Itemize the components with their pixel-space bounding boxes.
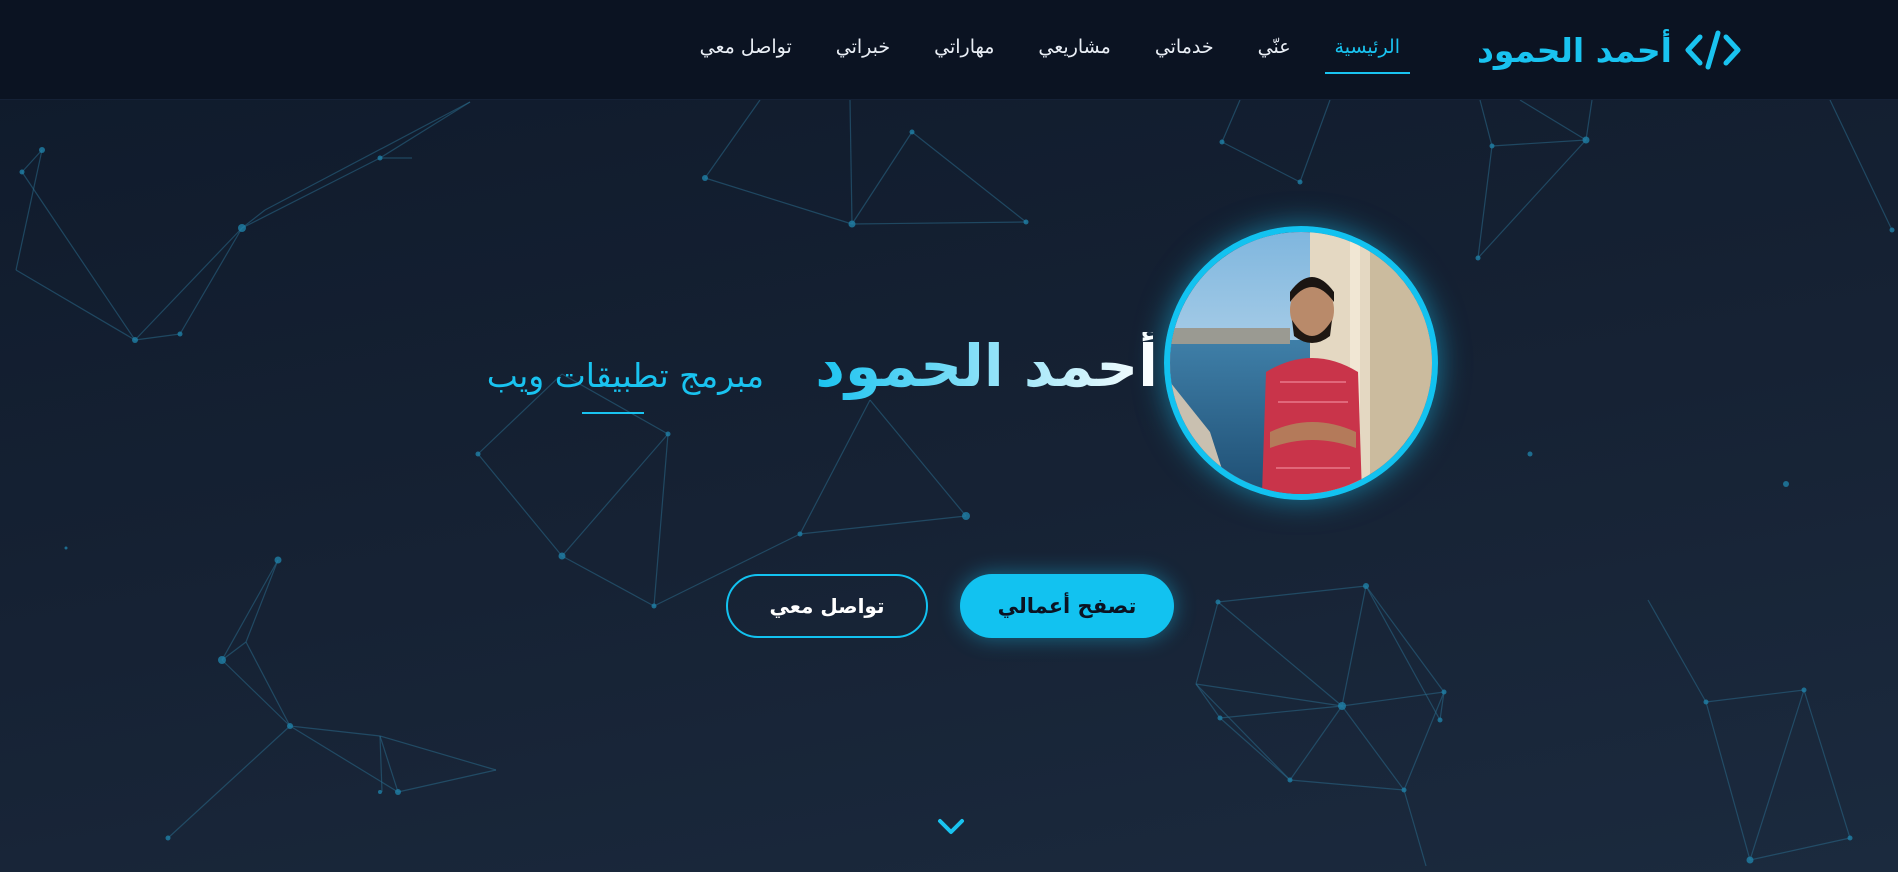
role-underline [582,412,644,414]
hero-role: مبرمج تطبيقات ويب [486,356,764,395]
network-background [15,99,1895,867]
brand-logo[interactable]: أحمد الحمود [1477,22,1742,78]
nav-item-contact[interactable]: تواصل معي [678,28,814,72]
main-nav: الرئيسية عنّي خدماتي مشاريعي مهاراتي خبر… [678,28,1422,74]
profile-photo [1164,226,1438,500]
nav-item-skills[interactable]: مهاراتي [912,28,1016,72]
nav-item-services[interactable]: خدماتي [1133,28,1236,72]
nav-item-about[interactable]: عنّي [1236,28,1313,72]
nav-item-home[interactable]: الرئيسية [1313,28,1422,74]
contact-me-button[interactable]: تواصل معي [726,574,928,638]
nav-item-projects[interactable]: مشاريعي [1016,28,1132,72]
page: أحمد الحمود الرئيسية عنّي خدماتي مشاريعي… [0,0,1898,872]
brand-name: أحمد الحمود [1476,30,1672,70]
navbar: أحمد الحمود الرئيسية عنّي خدماتي مشاريعي… [0,0,1898,100]
browse-works-button[interactable]: تصفح أعمالي [960,574,1174,638]
nav-item-experience[interactable]: خبراتي [814,28,912,72]
code-brackets-icon [1685,30,1741,70]
chevron-down-icon[interactable] [936,815,966,839]
hero-name: أحمد الحمود [815,332,1158,400]
